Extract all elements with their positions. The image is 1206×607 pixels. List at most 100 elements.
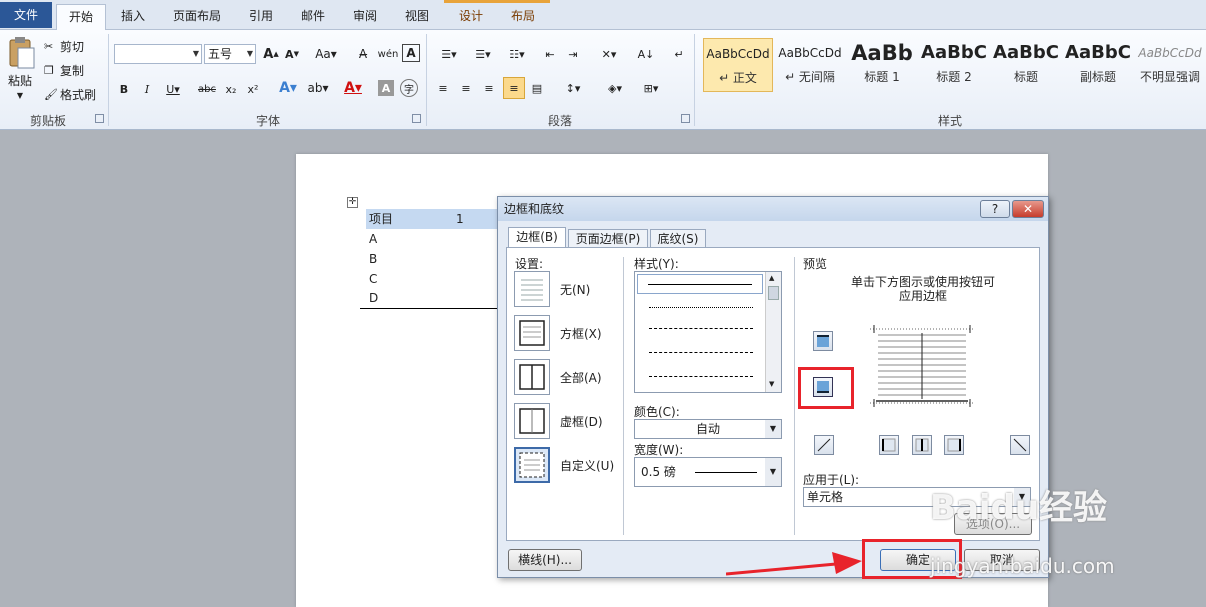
diagonal-down-border-button[interactable] — [814, 435, 834, 455]
paste-dropdown-icon[interactable]: ▼ — [12, 90, 28, 100]
sort-icon[interactable]: A↓ — [636, 44, 656, 64]
font-color-icon[interactable]: A▾ — [340, 78, 366, 98]
subscript-icon[interactable]: x₂ — [222, 80, 240, 98]
paragraph-launcher-icon[interactable] — [681, 114, 690, 123]
line-spacing-icon[interactable]: ↕▾ — [560, 79, 586, 97]
decrease-indent-icon[interactable]: ⇤ — [540, 44, 560, 64]
highlight-icon[interactable]: ab▾ — [306, 78, 330, 98]
style-subtitle[interactable]: AaBbC 副标题 — [1063, 38, 1133, 92]
close-icon[interactable]: ✕ — [1012, 200, 1044, 218]
table-move-handle-icon[interactable]: ✛ — [347, 197, 358, 208]
tab-references[interactable]: 引用 — [236, 4, 286, 30]
font-launcher-icon[interactable] — [412, 114, 421, 123]
tab-borders[interactable]: 边框(B) — [508, 227, 566, 248]
right-border-button[interactable] — [944, 435, 964, 455]
tab-view[interactable]: 视图 — [392, 4, 442, 30]
style-scrollbar[interactable]: ▲ ▼ — [765, 272, 781, 392]
multilevel-list-icon[interactable]: ☷▾ — [502, 44, 532, 64]
line-style-dash-small[interactable] — [649, 328, 753, 329]
style-heading-2[interactable]: AaBbC 标题 2 — [919, 38, 989, 92]
align-center-icon[interactable]: ≡ — [457, 79, 475, 97]
diagonal-up-border-button[interactable] — [1010, 435, 1030, 455]
line-style-solid[interactable] — [637, 274, 763, 294]
align-left-icon[interactable]: ≡ — [434, 79, 452, 97]
tab-shading[interactable]: 底纹(S) — [650, 229, 706, 248]
paste-icon[interactable] — [6, 36, 36, 70]
setting-all-label[interactable]: 全部(A) — [560, 369, 602, 386]
setting-custom-label[interactable]: 自定义(U) — [560, 457, 614, 474]
color-select[interactable]: 自动 ▼ — [634, 419, 782, 439]
scroll-down-icon[interactable]: ▼ — [769, 380, 774, 388]
table-cell[interactable]: A — [366, 229, 498, 249]
tab-design[interactable]: 设计 — [446, 4, 496, 30]
tab-review[interactable]: 审阅 — [340, 4, 390, 30]
table-cell[interactable]: D — [366, 288, 498, 308]
inside-vertical-border-button[interactable] — [912, 435, 932, 455]
increase-indent-icon[interactable]: ⇥ — [563, 44, 583, 64]
help-button[interactable]: ? — [980, 200, 1010, 218]
top-border-button[interactable] — [813, 331, 833, 351]
setting-none-label[interactable]: 无(N) — [560, 281, 590, 298]
strikethrough-icon[interactable]: abc — [196, 80, 218, 98]
setting-box-label[interactable]: 方框(X) — [560, 325, 602, 342]
line-style-dotted[interactable] — [649, 307, 753, 308]
scroll-thumb[interactable] — [768, 286, 779, 300]
justify-icon[interactable]: ≡ — [503, 77, 525, 99]
grow-font-icon[interactable]: A ▲ — [262, 44, 280, 64]
table-cell[interactable]: C — [366, 269, 498, 289]
horizontal-line-button[interactable]: 横线(H)... — [508, 549, 582, 571]
setting-none-icon[interactable] — [514, 271, 550, 307]
table-cell-header[interactable]: 项目 1 — [366, 209, 498, 229]
shrink-font-icon[interactable]: A ▼ — [283, 44, 301, 64]
line-style-dash[interactable] — [649, 352, 753, 353]
show-marks-icon[interactable]: ↵ — [670, 44, 688, 64]
tab-layout[interactable]: 布局 — [498, 4, 548, 30]
left-border-button[interactable] — [879, 435, 899, 455]
change-case-icon[interactable]: Aa▾ — [312, 44, 340, 64]
style-subtle-emphasis[interactable]: AaBbCcDd 不明显强调 — [1135, 38, 1205, 92]
underline-icon[interactable]: U▾ — [162, 80, 184, 98]
copy-button[interactable]: ❐ 复制 — [44, 62, 104, 78]
chinese-layout-icon[interactable]: ✕▾ — [594, 44, 624, 64]
tab-page-border[interactable]: 页面边框(P) — [568, 229, 648, 248]
style-normal[interactable]: AaBbCcDd ↵ 正文 — [703, 38, 773, 92]
superscript-icon[interactable]: x² — [244, 80, 262, 98]
setting-grid-icon[interactable] — [514, 403, 550, 439]
tab-page-layout[interactable]: 页面布局 — [160, 4, 234, 30]
setting-box-icon[interactable] — [514, 315, 550, 351]
char-shading-icon[interactable]: A — [378, 80, 394, 96]
style-title[interactable]: AaBbC 标题 — [991, 38, 1061, 92]
clipboard-launcher-icon[interactable] — [95, 114, 104, 123]
enclose-char-icon[interactable]: 字 — [400, 79, 418, 97]
width-select[interactable]: 0.5 磅 ▼ — [634, 457, 782, 487]
clear-format-icon[interactable]: A̶ — [354, 44, 372, 64]
phonetic-guide-icon[interactable]: wén — [378, 44, 399, 64]
tab-home[interactable]: 开始 — [56, 4, 106, 30]
paste-button[interactable]: 粘贴 — [4, 72, 36, 88]
style-heading-1[interactable]: AaBb 标题 1 — [847, 38, 917, 92]
table-cell[interactable]: B — [366, 249, 498, 269]
text-effects-icon[interactable]: A▾ — [276, 78, 300, 98]
scroll-up-icon[interactable]: ▲ — [769, 274, 774, 282]
font-size-combo[interactable]: 五号 ▼ — [204, 44, 256, 64]
font-name-combo[interactable]: ▼ — [114, 44, 202, 64]
format-painter-button[interactable]: 🖌 格式刷 — [44, 86, 106, 102]
setting-grid-label[interactable]: 虚框(D) — [560, 413, 603, 430]
tab-file[interactable]: 文件 — [0, 2, 52, 28]
align-right-icon[interactable]: ≡ — [480, 79, 498, 97]
setting-custom-icon[interactable] — [514, 447, 550, 483]
bold-icon[interactable]: B — [116, 80, 132, 98]
tab-insert[interactable]: 插入 — [108, 4, 158, 30]
shading-icon[interactable]: ◈▾ — [600, 79, 630, 97]
char-border-icon[interactable]: A — [402, 44, 420, 62]
line-style-dash-dot[interactable] — [649, 376, 753, 377]
bullets-icon[interactable]: ☰▾ — [434, 44, 464, 64]
italic-icon[interactable]: I — [139, 80, 155, 98]
style-no-spacing[interactable]: AaBbCcDd ↵ 无间隔 — [775, 38, 845, 92]
borders-icon[interactable]: ⊞▾ — [636, 79, 666, 97]
distributed-icon[interactable]: ▤ — [528, 79, 546, 97]
numbering-icon[interactable]: ☰▾ — [468, 44, 498, 64]
border-preview[interactable] — [866, 321, 978, 411]
tab-mailings[interactable]: 邮件 — [288, 4, 338, 30]
cut-button[interactable]: ✂ 剪切 — [44, 38, 104, 54]
